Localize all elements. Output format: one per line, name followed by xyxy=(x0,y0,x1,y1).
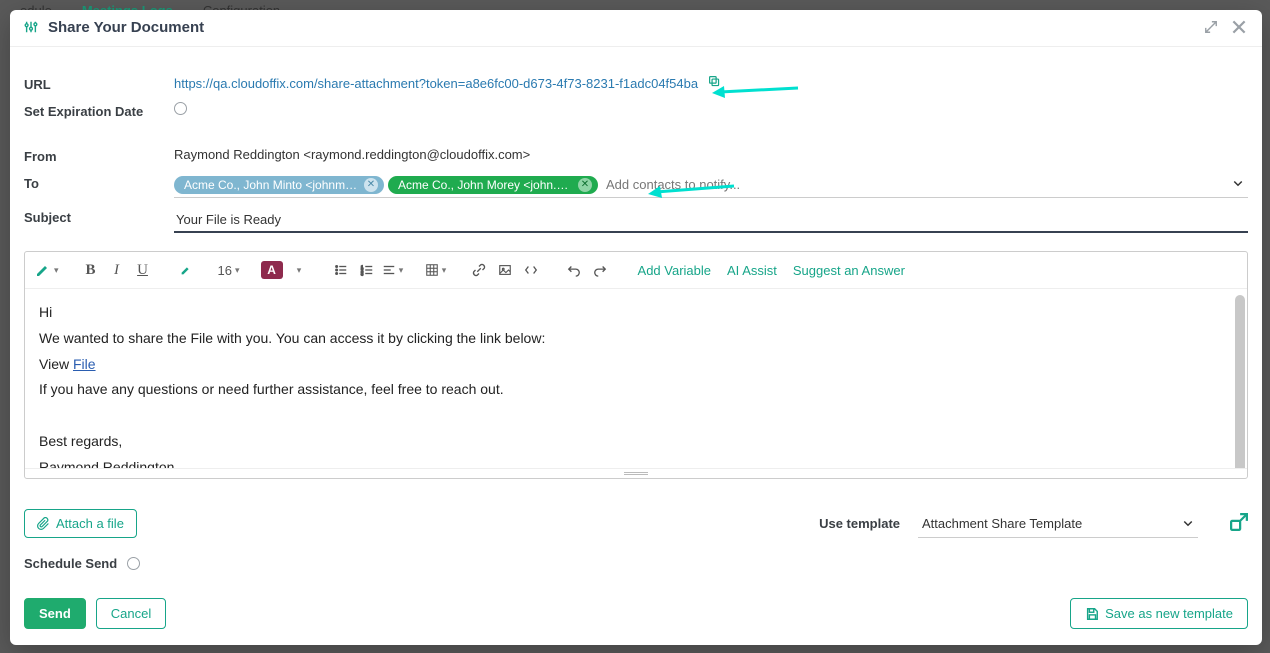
file-link[interactable]: File xyxy=(73,356,96,372)
share-document-modal: Share Your Document URL https://qa.cloud… xyxy=(10,10,1262,645)
remove-recipient-icon[interactable]: ✕ xyxy=(364,178,378,192)
modal-title: Share Your Document xyxy=(48,19,204,36)
save-template-label: Save as new template xyxy=(1105,606,1233,621)
add-variable-button[interactable]: Add Variable xyxy=(632,258,717,282)
body-line: Best regards, xyxy=(39,430,1233,454)
to-label: To xyxy=(24,174,174,191)
editor-content[interactable]: Hi We wanted to share the File with you.… xyxy=(25,289,1247,468)
close-icon[interactable] xyxy=(1230,18,1248,36)
recipient-tag: Acme Co., John Minto <johnminto03… ✕ xyxy=(174,176,384,194)
subject-label: Subject xyxy=(24,208,174,225)
align-icon[interactable]: ▾ xyxy=(382,258,404,282)
from-value: Raymond Reddington <raymond.reddington@c… xyxy=(174,147,1248,162)
to-field[interactable]: Acme Co., John Minto <johnminto03… ✕ Acm… xyxy=(174,174,1248,198)
rich-text-editor: ▾ B I U 16▾ A ▾ 123 xyxy=(24,251,1248,479)
modal-header: Share Your Document xyxy=(10,10,1262,47)
image-icon[interactable] xyxy=(494,258,516,282)
copy-url-icon[interactable] xyxy=(708,76,721,91)
redo-icon[interactable] xyxy=(589,258,611,282)
font-color-caret[interactable]: ▾ xyxy=(287,258,309,282)
font-size-select[interactable]: 16▾ xyxy=(218,258,240,282)
cancel-button[interactable]: Cancel xyxy=(96,598,166,629)
code-icon[interactable] xyxy=(520,258,542,282)
recipient-tag-text: Acme Co., John Minto <johnminto03… xyxy=(184,178,358,192)
editor-toolbar: ▾ B I U 16▾ A ▾ 123 xyxy=(25,252,1247,289)
expiration-label: Set Expiration Date xyxy=(24,102,174,119)
send-button[interactable]: Send xyxy=(24,598,86,629)
attach-file-button[interactable]: Attach a file xyxy=(24,509,137,538)
table-icon[interactable]: ▾ xyxy=(425,258,447,282)
suggest-answer-button[interactable]: Suggest an Answer xyxy=(787,258,911,282)
body-line: Raymond Reddington xyxy=(39,456,1233,468)
body-line xyxy=(39,404,1233,428)
bold-icon[interactable]: B xyxy=(80,258,102,282)
recipient-dropdown-icon[interactable] xyxy=(1228,177,1248,192)
recipient-tag: Acme Co., John Morey <john.morey@… ✕ xyxy=(388,176,598,194)
recipient-tag-text: Acme Co., John Morey <john.morey@… xyxy=(398,178,572,192)
font-color-icon[interactable]: A xyxy=(261,261,283,279)
body-line: We wanted to share the File with you. Yo… xyxy=(39,327,1233,351)
remove-recipient-icon[interactable]: ✕ xyxy=(578,178,592,192)
modal-footer: Send Cancel Save as new template xyxy=(10,598,1262,645)
highlight-icon[interactable] xyxy=(175,258,197,282)
template-select[interactable]: Attachment Share Template xyxy=(918,510,1198,538)
body-line: If you have any questions or need furthe… xyxy=(39,378,1233,402)
body-line: View File xyxy=(39,353,1233,377)
expiration-toggle[interactable] xyxy=(174,102,187,115)
underline-icon[interactable]: U xyxy=(132,258,154,282)
schedule-send-label: Schedule Send xyxy=(24,556,117,571)
subject-input[interactable] xyxy=(174,208,1248,233)
undo-icon[interactable] xyxy=(563,258,585,282)
svg-text:3: 3 xyxy=(360,271,363,276)
add-recipient-input[interactable] xyxy=(602,175,1224,194)
template-value: Attachment Share Template xyxy=(922,516,1082,531)
settings-sliders-icon[interactable] xyxy=(24,20,38,34)
url-label: URL xyxy=(24,75,174,92)
bullet-list-icon[interactable] xyxy=(330,258,352,282)
link-icon[interactable] xyxy=(468,258,490,282)
italic-icon[interactable]: I xyxy=(106,258,128,282)
maximize-icon[interactable] xyxy=(1204,20,1218,34)
modal-body: URL https://qa.cloudoffix.com/share-atta… xyxy=(10,47,1262,598)
from-label: From xyxy=(24,147,174,164)
numbered-list-icon[interactable]: 123 xyxy=(356,258,378,282)
format-paint-icon[interactable]: ▾ xyxy=(35,258,59,282)
schedule-send-toggle[interactable] xyxy=(127,557,140,570)
share-url-link[interactable]: https://qa.cloudoffix.com/share-attachme… xyxy=(174,76,698,91)
editor-scrollbar[interactable] xyxy=(1235,295,1245,468)
ai-assist-button[interactable]: AI Assist xyxy=(721,258,783,282)
save-as-template-button[interactable]: Save as new template xyxy=(1070,598,1248,629)
editor-resize-handle[interactable] xyxy=(25,468,1247,478)
body-line: Hi xyxy=(39,301,1233,325)
use-template-label: Use template xyxy=(819,516,900,531)
attach-file-label: Attach a file xyxy=(56,516,124,531)
expand-template-icon[interactable] xyxy=(1230,513,1248,534)
